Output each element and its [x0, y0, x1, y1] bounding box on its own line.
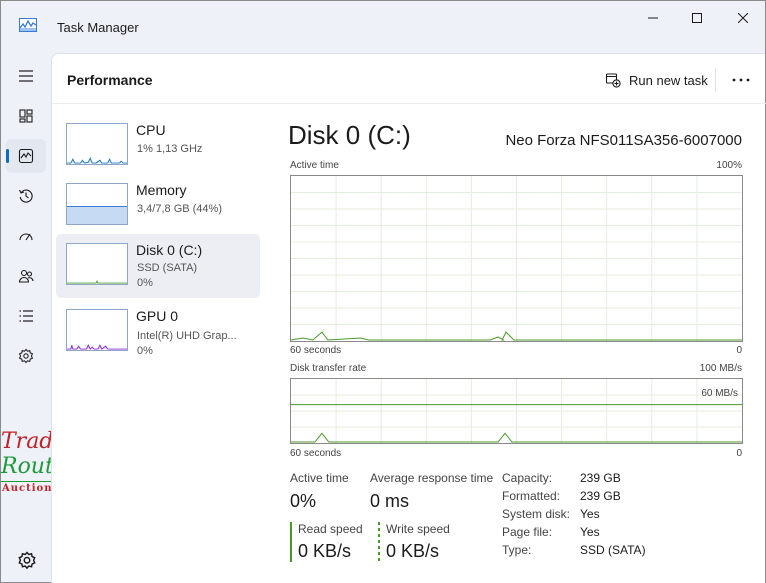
nav-app-history[interactable] [6, 179, 46, 213]
more-options-button[interactable] [728, 69, 754, 91]
hamburger-menu-icon [19, 70, 33, 82]
read-speed-value: 0 KB/s [298, 541, 352, 561]
close-icon [738, 13, 748, 23]
disk-model: Neo Forza NFS011SA356-6007000 [505, 132, 742, 149]
write-speed-label: Write speed [386, 522, 450, 536]
type-value: SSD (SATA) [580, 543, 646, 557]
cpu-thumbnail-graph [66, 123, 128, 165]
more-options-icon [732, 78, 750, 82]
read-speed-label: Read speed [298, 522, 363, 536]
device-name-gpu0: GPU 0 [136, 308, 179, 324]
system-disk-value: Yes [580, 507, 600, 521]
transfer-rate-marker-label: 60 MB/s [701, 388, 738, 399]
nav-menu-button[interactable] [6, 59, 46, 93]
minimize-icon [648, 17, 658, 19]
transfer-rate-graph-time-span: 60 seconds [290, 448, 342, 459]
system-disk-label: System disk: [502, 507, 571, 521]
memory-thumbnail-graph [66, 183, 128, 225]
run-new-task-button[interactable]: Run new task [605, 69, 708, 91]
page-title: Performance [67, 72, 153, 88]
performance-panel: Performance Run new task CPU 1% 1,13 GHz… [51, 53, 766, 583]
active-time-graph-max: 100% [716, 160, 742, 171]
task-manager-window: Task Manager Trade Route Auctions Perfor… [0, 0, 766, 583]
maximize-icon [692, 13, 702, 23]
transfer-rate-graph-max: 100 MB/s [699, 363, 742, 374]
active-time-graph [290, 175, 743, 342]
page-file-value: Yes [580, 525, 600, 539]
app-history-icon [19, 189, 33, 203]
run-new-task-label: Run new task [629, 72, 708, 88]
page-file-label: Page file: [502, 525, 553, 539]
formatted-label: Formatted: [502, 489, 561, 503]
details-icon [19, 310, 33, 322]
device-detail-memory: 3,4/7,8 GB (44%) [137, 203, 222, 215]
read-speed-indicator [290, 522, 292, 562]
startup-apps-icon [19, 233, 33, 241]
transfer-rate-graph-label: Disk transfer rate [290, 363, 367, 374]
device-item-gpu0[interactable]: GPU 0 Intel(R) UHD Grap... 0% [56, 300, 260, 364]
device-name-cpu: CPU [136, 122, 166, 138]
active-time-label: Active time [290, 471, 349, 485]
active-time-graph-label: Active time [290, 160, 339, 171]
device-usage-disk0: 0% [137, 277, 153, 289]
minimize-button[interactable] [633, 7, 673, 29]
capacity-label: Capacity: [502, 471, 553, 485]
active-time-graph-time-span: 60 seconds [290, 345, 342, 356]
header-divider [715, 68, 716, 92]
task-manager-app-icon [19, 18, 37, 32]
memory-usage-fill [67, 206, 127, 224]
nav-users[interactable] [6, 259, 46, 293]
write-speed-value: 0 KB/s [386, 541, 440, 561]
device-item-memory[interactable]: Memory 3,4/7,8 GB (44%) [56, 174, 260, 238]
nav-performance[interactable] [6, 139, 46, 173]
avg-response-value: 0 ms [370, 491, 410, 511]
nav-processes[interactable] [6, 99, 46, 133]
device-name-disk0: Disk 0 (C:) [136, 242, 203, 258]
device-model-gpu0: Intel(R) UHD Grap... [137, 330, 237, 342]
transfer-rate-graph [290, 378, 743, 444]
navigation-rail [1, 53, 51, 583]
active-time-value: 0% [290, 491, 317, 511]
capacity-value: 239 GB [580, 471, 621, 485]
users-icon [18, 269, 34, 283]
avg-response-label: Average response time [370, 471, 494, 485]
window-title: Task Manager [57, 20, 139, 35]
nav-startup-apps[interactable] [6, 219, 46, 253]
disk0-thumbnail-graph [66, 243, 128, 285]
nav-details[interactable] [6, 299, 46, 333]
device-type-disk0: SSD (SATA) [137, 262, 198, 274]
device-item-cpu[interactable]: CPU 1% 1,13 GHz [56, 114, 260, 178]
run-new-task-icon [605, 73, 621, 88]
transfer-rate-graph-zero: 0 [736, 448, 742, 459]
panel-header: Performance Run new task [52, 54, 766, 104]
write-speed-indicator [378, 522, 380, 562]
nav-services[interactable] [6, 339, 46, 373]
device-item-disk0[interactable]: Disk 0 (C:) SSD (SATA) 0% [56, 234, 260, 298]
detail-title: Disk 0 (C:) [288, 120, 411, 150]
gear-icon[interactable] [16, 549, 38, 571]
maximize-button[interactable] [677, 7, 717, 29]
services-icon [18, 348, 34, 364]
type-label: Type: [502, 543, 532, 557]
processes-icon [19, 109, 33, 123]
device-usage-gpu0: 0% [137, 345, 153, 357]
formatted-value: 239 GB [580, 489, 621, 503]
device-name-memory: Memory [136, 182, 187, 198]
performance-icon [18, 148, 34, 164]
gpu0-thumbnail-graph [66, 309, 128, 351]
close-button[interactable] [723, 7, 763, 29]
title-bar: Task Manager [1, 1, 765, 53]
device-detail-cpu: 1% 1,13 GHz [137, 143, 203, 155]
active-time-graph-zero: 0 [736, 345, 742, 356]
